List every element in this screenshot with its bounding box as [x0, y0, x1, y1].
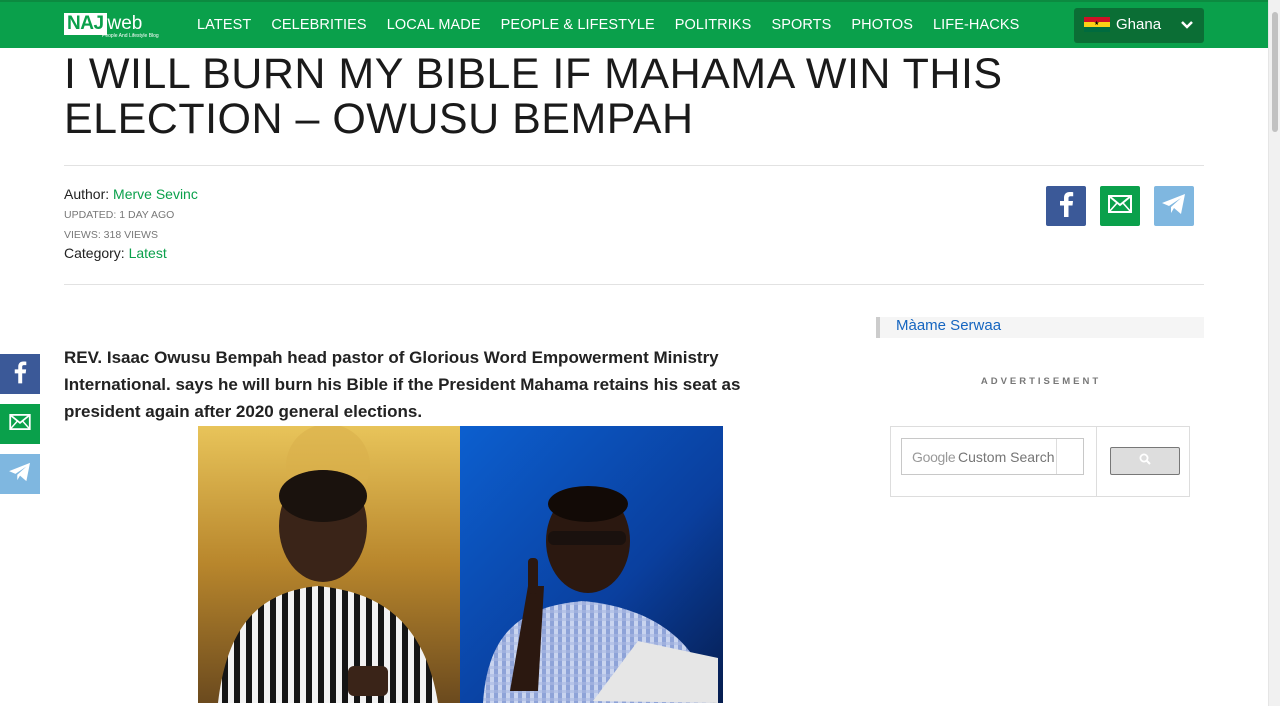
nav-item-local-made[interactable]: LOCAL MADE: [387, 17, 481, 33]
meta-divider: [64, 284, 1204, 285]
search-box-separator: [1096, 427, 1097, 496]
author-line: Author: Merve Sevinc: [64, 186, 198, 203]
telegram-icon: [8, 462, 32, 487]
related-link[interactable]: Màame Serwaa: [896, 317, 1001, 335]
side-share-email-button[interactable]: [0, 404, 40, 444]
country-selector[interactable]: ★ Ghana: [1074, 8, 1204, 43]
nav-item-photos[interactable]: PHOTOS: [851, 17, 913, 33]
search-input[interactable]: [902, 439, 1056, 474]
nav-item-celebrities[interactable]: CELEBRITIES: [271, 17, 366, 33]
chevron-down-icon: [1180, 18, 1194, 37]
email-icon: [1108, 194, 1132, 218]
nav-item-politriks[interactable]: POLITRIKS: [675, 17, 752, 33]
facebook-icon: [13, 360, 27, 389]
share-facebook-button[interactable]: [1046, 186, 1086, 226]
category-link[interactable]: Latest: [129, 245, 167, 261]
search-button[interactable]: [1110, 447, 1180, 475]
author-label: Author:: [64, 186, 110, 202]
views-text: VIEWS: 318 VIEWS: [64, 229, 158, 241]
category-line: Category: Latest: [64, 245, 198, 262]
side-share-telegram-button[interactable]: [0, 454, 40, 494]
logo-tagline: People And Lifestyle Blog: [102, 33, 159, 39]
article-title: I WILL BURN MY BIBLE IF MAHAMA WIN THIS …: [64, 50, 1003, 143]
side-share-facebook-button[interactable]: [0, 354, 40, 394]
category-label: Category:: [64, 245, 125, 261]
updated-text: UPDATED: 1 DAY AGO: [64, 209, 175, 221]
facebook-icon: [1058, 191, 1074, 222]
logo-main: NAJ: [64, 13, 107, 35]
site-logo[interactable]: NAJ web People And Lifestyle Blog: [64, 13, 159, 41]
share-telegram-button[interactable]: [1154, 186, 1194, 226]
nav-item-latest[interactable]: LATEST: [197, 17, 251, 33]
main-nav: LATEST CELEBRITIES LOCAL MADE PEOPLE & L…: [197, 2, 1039, 48]
email-icon: [9, 413, 31, 435]
google-custom-search: Google: [890, 426, 1190, 497]
sidebar-related-item: Màame Serwaa: [876, 317, 1204, 338]
share-email-button[interactable]: [1100, 186, 1140, 226]
country-name: Ghana: [1116, 16, 1162, 33]
ghana-flag-icon: ★: [1084, 17, 1110, 32]
nav-item-people-lifestyle[interactable]: PEOPLE & LIFESTYLE: [501, 17, 655, 33]
nav-item-life-hacks[interactable]: LIFE-HACKS: [933, 17, 1019, 33]
title-divider: [64, 165, 1204, 166]
article-photo: [198, 426, 723, 703]
article-meta: Author: Merve Sevinc UPDATED: 1 DAY AGO …: [64, 186, 198, 262]
telegram-icon: [1161, 193, 1187, 220]
article-lead: REV. Isaac Owusu Bempah head pastor of G…: [64, 348, 741, 421]
scrollbar-thumb[interactable]: [1272, 12, 1278, 132]
author-link[interactable]: Merve Sevinc: [113, 186, 198, 202]
search-input-wrapper: Google: [901, 438, 1084, 475]
page-scrollbar[interactable]: [1268, 0, 1280, 706]
nav-item-sports[interactable]: SPORTS: [771, 17, 831, 33]
advertisement-label: ADVERTISEMENT: [980, 376, 1102, 387]
top-navbar: NAJ web People And Lifestyle Blog LATEST…: [0, 0, 1268, 48]
search-icon: [1139, 452, 1151, 470]
logo-suffix: web: [107, 13, 143, 34]
search-input-divider: [1056, 439, 1057, 474]
